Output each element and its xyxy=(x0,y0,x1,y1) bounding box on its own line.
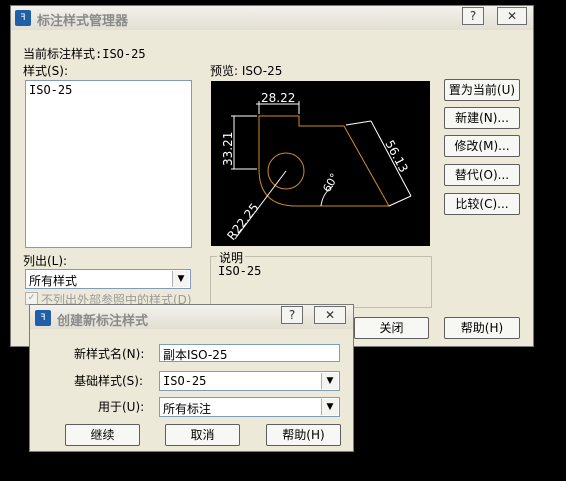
description-group: 说明 ISO-25 xyxy=(210,249,432,308)
set-current-button[interactable]: 置为当前(U) xyxy=(444,79,520,101)
compare-button[interactable]: 比较(C)... xyxy=(444,193,520,215)
close-title-button[interactable]: ✕ xyxy=(314,306,346,324)
preview-label: 预览: ISO-25 xyxy=(210,64,283,78)
continue-button[interactable]: 继续 xyxy=(65,424,140,446)
create-new-style-dialog: ꟻ 创建新标注样式 ? ✕ 新样式名(N): 副本ISO-25 基础样式(S):… xyxy=(29,304,354,452)
chevron-down-icon[interactable]: ▼ xyxy=(321,373,338,389)
preview-dim-top: 28.22 xyxy=(261,91,295,105)
styles-listbox[interactable]: ISO-25 xyxy=(25,80,192,248)
new-name-input[interactable]: 副本ISO-25 xyxy=(159,344,340,362)
create-titlebar: ꟻ 创建新标注样式 ? ✕ xyxy=(30,305,353,329)
current-style-label: 当前标注样式:ISO-25 xyxy=(23,47,146,61)
help-button[interactable]: 帮助(H) xyxy=(266,424,341,446)
manager-titlebar: ꟻ 标注样式管理器 ? ✕ xyxy=(11,6,533,30)
preview-dim-angle: 60° xyxy=(320,171,341,194)
chevron-down-icon[interactable]: ▼ xyxy=(172,271,189,287)
dimension-preview: 28.22 33.21 56.13 60° R22.25 xyxy=(211,81,430,246)
create-title: 创建新标注样式 xyxy=(57,314,149,329)
modify-button[interactable]: 修改(M)... xyxy=(444,135,520,157)
preview-dim-slant: 56.13 xyxy=(382,138,410,175)
base-style-label: 基础样式(S): xyxy=(74,374,144,388)
new-button[interactable]: 新建(N)... xyxy=(444,107,520,129)
base-style-select[interactable]: ISO-25 ▼ xyxy=(159,371,340,391)
list-filter-value: 所有样式 xyxy=(29,274,78,288)
dimension-style-manager-window: ꟻ 标注样式管理器 ? ✕ 当前标注样式:ISO-25 样式(S): ISO-2… xyxy=(10,5,534,347)
app-icon: ꟻ xyxy=(35,310,51,326)
use-for-value: 所有标注 xyxy=(163,402,212,416)
help-button[interactable]: 帮助(H) xyxy=(444,317,520,339)
cancel-button[interactable]: 取消 xyxy=(165,424,240,446)
list-filter-select[interactable]: 所有样式 ▼ xyxy=(25,269,191,289)
use-for-label: 用于(U): xyxy=(98,400,145,414)
override-button[interactable]: 替代(O)... xyxy=(444,164,520,186)
chevron-down-icon[interactable]: ▼ xyxy=(321,399,338,415)
close-title-button[interactable]: ✕ xyxy=(497,7,527,25)
help-title-button[interactable]: ? xyxy=(462,7,484,25)
preview-dim-radius: R22.25 xyxy=(224,201,261,243)
list-label: 列出(L): xyxy=(23,254,68,268)
description-value: ISO-25 xyxy=(218,264,262,278)
app-icon: ꟻ xyxy=(15,10,31,26)
style-list-item[interactable]: ISO-25 xyxy=(29,83,72,97)
manager-title: 标注样式管理器 xyxy=(37,14,129,29)
use-for-select[interactable]: 所有标注 ▼ xyxy=(159,397,340,417)
new-name-label: 新样式名(N): xyxy=(74,347,145,361)
help-title-button[interactable]: ? xyxy=(281,306,303,324)
new-name-value: 副本ISO-25 xyxy=(163,348,228,362)
preview-dim-left: 33.21 xyxy=(221,132,235,166)
styles-label: 样式(S): xyxy=(23,64,69,78)
close-button[interactable]: 关闭 xyxy=(354,317,429,339)
base-style-value: ISO-25 xyxy=(163,374,207,388)
